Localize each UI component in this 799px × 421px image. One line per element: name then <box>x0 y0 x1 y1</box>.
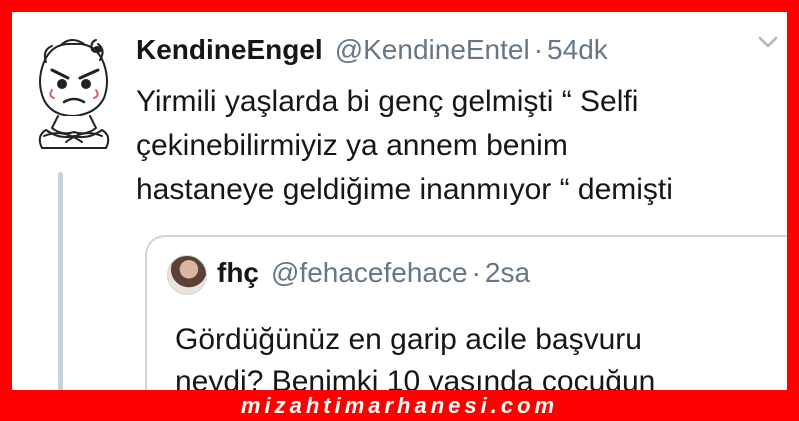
tweet-timestamp[interactable]: 54dk <box>547 34 608 66</box>
tweet-frame: KendineEngel @KendineEntel · 54dk Yirmil… <box>12 12 787 390</box>
tweet-text-line: Yirmili yaşlarda bi genç gelmişti “ Self… <box>136 85 639 118</box>
tweet-text: Yirmili yaşlarda bi genç gelmişti “ Self… <box>136 80 776 212</box>
author-avatar[interactable] <box>22 32 122 150</box>
quoted-author-avatar[interactable] <box>167 255 207 295</box>
tweet-text-line: çekinebilirmiyiz ya annem benim <box>136 129 568 162</box>
separator-dot: · <box>471 257 481 288</box>
quoted-tweet-text-line: neydi? Benimki 10 yaşında çocuğun <box>175 365 656 390</box>
quoted-tweet-timestamp[interactable]: 2sa <box>485 257 530 289</box>
tweet-header: KendineEngel @KendineEntel · 54dk <box>136 34 608 66</box>
thread-line <box>58 172 63 390</box>
tweet-menu-button[interactable] <box>757 34 779 50</box>
separator-dot: · <box>533 34 544 65</box>
quoted-tweet-card[interactable]: fhç @fehacefehace · 2sa Gördüğünüz en ga… <box>145 235 787 390</box>
quoted-tweet-text-line: Gördüğünüz en garip acile başvuru <box>175 323 642 356</box>
quoted-tweet-header: fhç @fehacefehace · 2sa <box>217 257 530 289</box>
author-handle[interactable]: @KendineEntel <box>335 34 530 66</box>
quoted-tweet-text: Gördüğünüz en garip acile başvuru neydi?… <box>175 319 775 390</box>
quoted-author-handle[interactable]: @fehacefehace <box>271 257 468 289</box>
tweet-text-line: hastaneye geldiğime inanmıyor “ demişti <box>136 173 673 206</box>
angry-cartoon-girl-icon <box>38 39 110 149</box>
watermark-text: mizahtimarhanesi.com <box>240 392 559 418</box>
quoted-author-display-name[interactable]: fhç <box>217 257 259 289</box>
watermark-bar: mizahtimarhanesi.com <box>0 390 799 421</box>
chevron-down-icon <box>758 36 778 48</box>
author-display-name[interactable]: KendineEngel <box>136 34 323 66</box>
